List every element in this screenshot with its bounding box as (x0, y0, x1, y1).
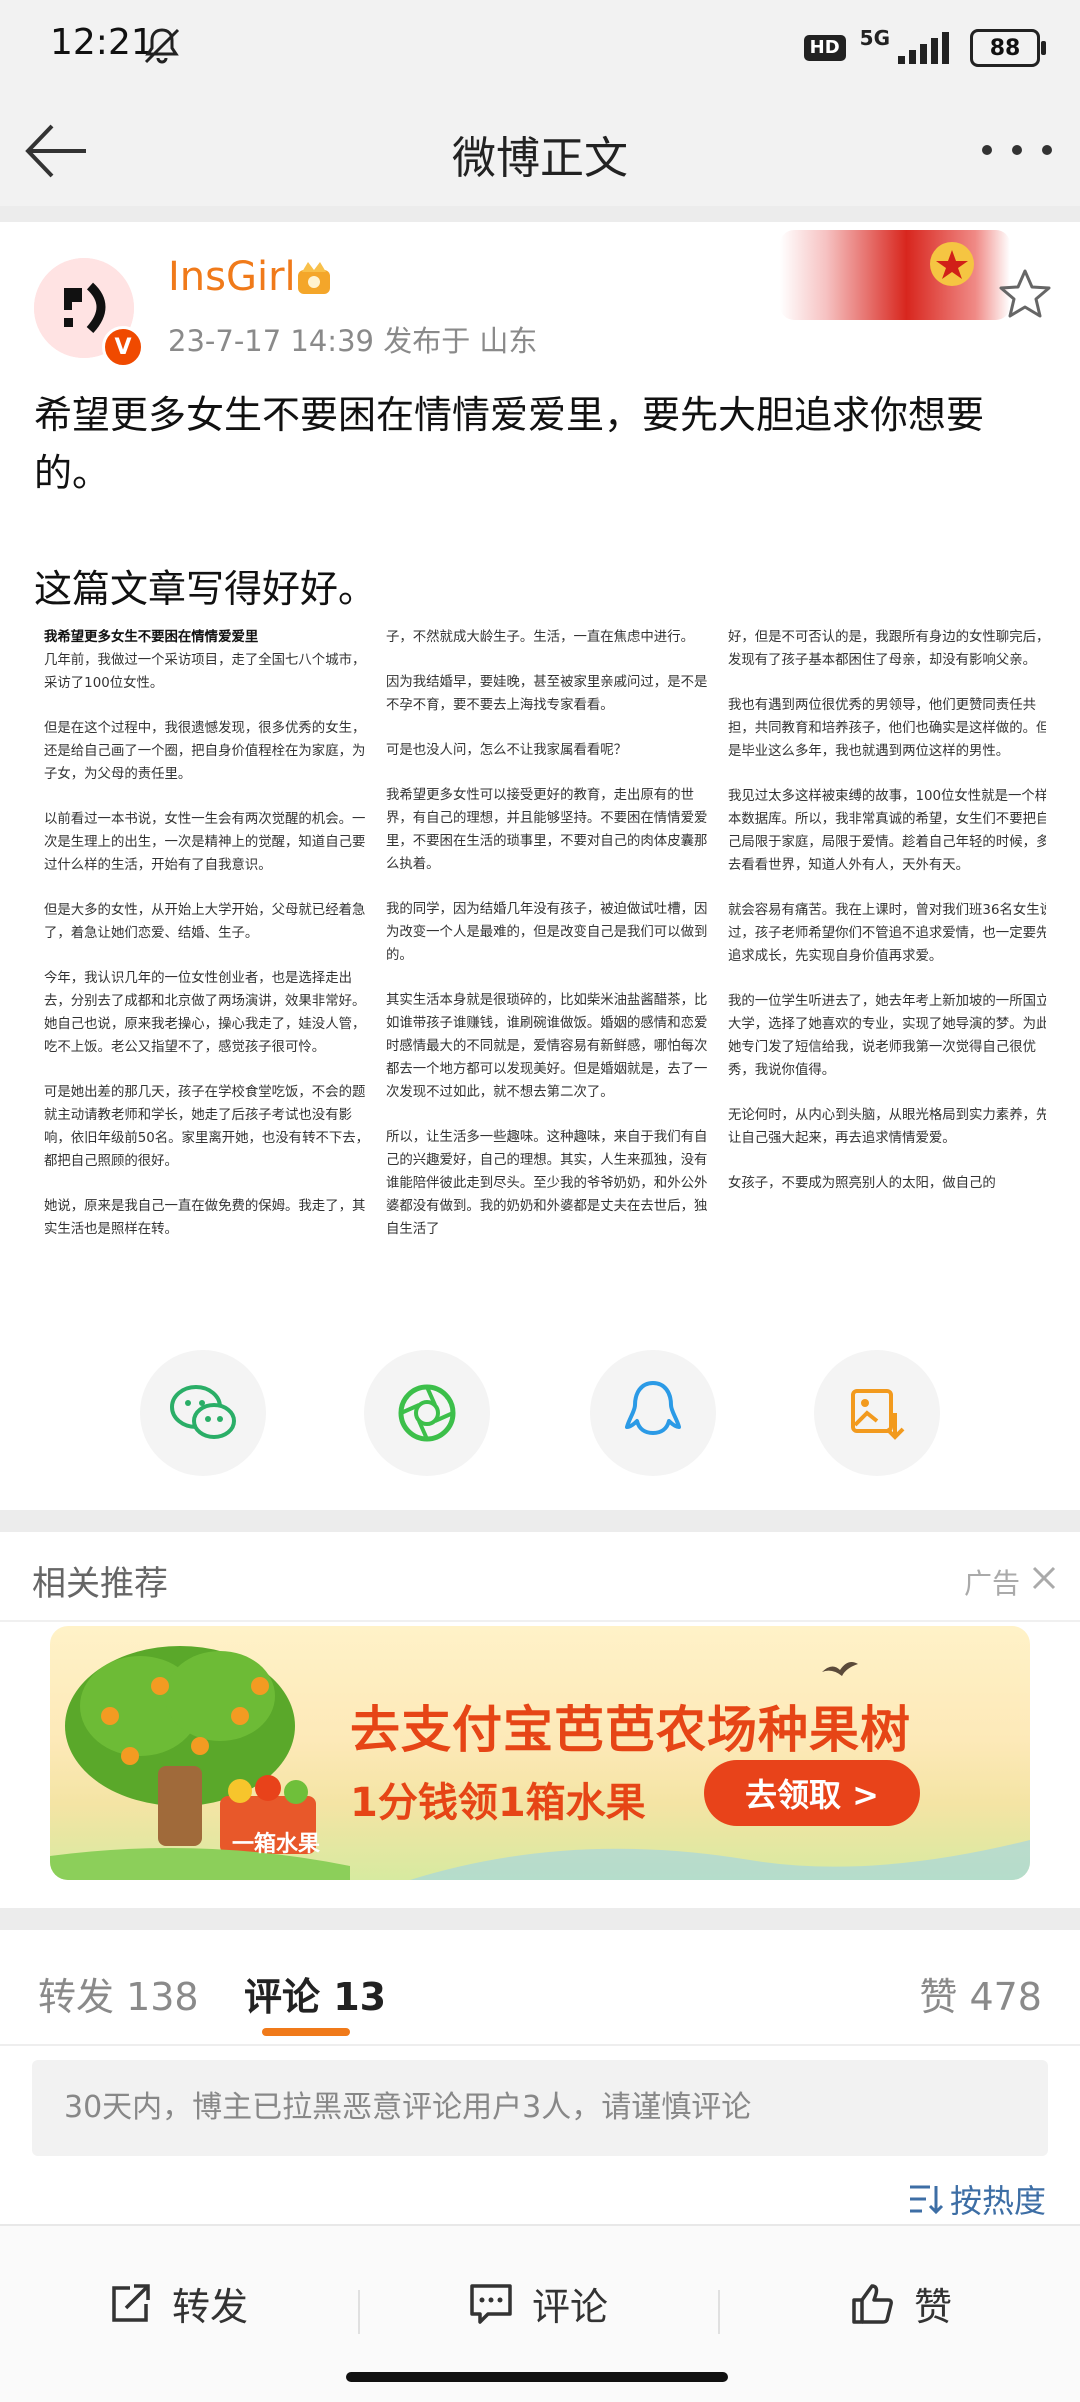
article-paragraph: 可是她出差的那几天，孩子在学校食堂吃饭，不会的题就主动请教老师和学长，她走了后孩… (44, 1085, 370, 1169)
comment-icon (470, 2283, 512, 2324)
comment-label: 评论 (532, 2285, 609, 2329)
share-qq-button[interactable] (590, 1350, 716, 1476)
comment-notice: 30天内，博主已拉黑恶意评论用户3人，请谨慎评论 (32, 2060, 1048, 2156)
divider (0, 206, 1080, 222)
article-paragraph: 我见过太多这样被束缚的故事，100位女性就是一个样本数据库。所以，我非常真诚的希… (728, 789, 1046, 873)
home-indicator[interactable] (346, 2372, 728, 2382)
status-bar: 12:21 HD 5G 88 (0, 0, 1080, 96)
divider (0, 2044, 1080, 2046)
article-paragraph: 我也有遇到两位很优秀的男领导，他们更赞同责任共担，共同教育和培养孩子，他们也确实… (728, 698, 1046, 759)
save-image-button[interactable] (814, 1350, 940, 1476)
emblem-icon (930, 242, 974, 286)
save-image-icon (851, 1389, 905, 1440)
article-paragraph: 无论何时，从内心到头脑，从眼光格局到实力素养，先让自己强大起来，再去追求情情爱爱… (728, 1108, 1046, 1146)
article-paragraph: 我希望更多女性可以接受更好的教育，走出原有的世界，有自己的理想，并且能够坚持。不… (386, 788, 708, 872)
article-paragraph: 子，不然就成大龄生子。生活，一直在焦虑中进行。 (386, 630, 694, 645)
post-meta: 23-7-17 14:39 发布于 山东 (168, 324, 538, 358)
article-paragraph: 可是也没人问，怎么不让我家属看看呢？ (386, 743, 628, 758)
close-icon[interactable] (1030, 1564, 1058, 1592)
network-label: 5G (859, 26, 890, 50)
vip-crown-icon (298, 262, 330, 294)
sort-by-hot-button[interactable]: 按热度 (908, 2176, 1046, 2222)
article-column-1: 我希望更多女生不要困在情情爱爱里 几年前，我做过一个采访项目，走了全国七八个城市，… (44, 626, 374, 1306)
recommend-title: 相关推荐 (32, 1564, 168, 1604)
tab-like[interactable]: 赞 478 (919, 1966, 1042, 2021)
moments-icon (398, 1384, 456, 1442)
post-text-line: 这篇文章写得好好。 (34, 567, 377, 611)
like-button[interactable]: 赞 (850, 2276, 952, 2331)
article-paragraph: 其实生活本身就是很琐碎的，比如柴米油盐酱醋茶，比如谁带孩子谁赚钱，谁刷碗谁做饭。… (386, 993, 708, 1100)
ad-claim-button[interactable]: 去领取 > (704, 1760, 920, 1826)
ad-label: 广告 (963, 1567, 1020, 1600)
article-paragraph: 她说，原来是我自己一直在做免费的保姆。我走了，其实生活也是照样在转。 (44, 1199, 366, 1237)
more-menu-icon[interactable] (982, 130, 1052, 170)
share-row (0, 1350, 1080, 1480)
ad-title: 去支付宝芭芭农场种果树 (350, 1701, 911, 1759)
river-decoration (410, 1840, 1030, 1880)
sort-icon (909, 2185, 944, 2215)
article-paragraph: 女孩子，不要成为照亮别人的太阳，做自己的 (728, 1176, 996, 1191)
ad-banner[interactable]: 一箱水果 去支付宝芭芭农场种果树 1分钱领1箱水果 去领取 > (50, 1626, 1030, 1880)
section-divider (0, 1908, 1080, 1930)
share-moments-button[interactable] (364, 1350, 490, 1476)
wechat-icon (170, 1385, 236, 1439)
section-divider (0, 1510, 1080, 1532)
divider (718, 2290, 720, 2334)
share-wechat-button[interactable] (140, 1350, 266, 1476)
article-column-3: 好，但是不可否认的是，我跟所有身边的女性聊完后，发现有了孩子基本都困住了母亲，却… (728, 626, 1046, 1306)
divider (358, 2290, 360, 2334)
article-paragraph: 以前看过一本书说，女性一生会有两次觉醒的机会。一次是生理上的出生，一次是精神上的… (44, 812, 366, 873)
divider (0, 1620, 1080, 1622)
article-paragraph: 我的同学，因为结婚几年没有孩子，被迫做试吐槽，因为改变一个人是最难的，但是改变自… (386, 902, 708, 963)
signal-icon (898, 32, 949, 64)
like-label: 赞 (914, 2285, 953, 2329)
repost-button[interactable]: 转发 (108, 2276, 248, 2331)
favorite-star-icon[interactable] (996, 266, 1054, 324)
article-paragraph: 但是大多的女性，从开始上大学开始，父母就已经着急了，着急让她们恋爱、结婚、生子。 (44, 903, 366, 941)
decorative-banner-image (780, 230, 1010, 320)
status-right: HD 5G 88 (803, 26, 1046, 70)
post-text: 希望更多女生不要困在情情爱爱里，要先大胆追求你想要的。 这篇文章写得好好。 (34, 386, 1044, 618)
article-column-2: 子，不然就成大龄生子。生活，一直在焦虑中进行。 因为我结婚早，要娃晚，甚至被家里… (386, 626, 716, 1306)
hd-badge: HD (803, 35, 846, 61)
article-paragraph: 所以，让生活多一些趣味。这种趣味，来自于我们有自己的兴趣爱好，自己的理想。其实，… (386, 1130, 708, 1237)
article-paragraph: 我的一位学生听进去了，她去年考上新加坡的一所国立大学，选择了她喜欢的专业，实现了… (728, 994, 1046, 1078)
article-paragraph: 因为我结婚早，要娃晚，甚至被家里亲戚问过，是不是不孕不育，要不要去上海找专家看看… (386, 675, 708, 713)
battery-indicator: 88 (970, 29, 1046, 67)
username[interactable]: InsGirl (168, 254, 296, 300)
bird-icon (822, 1662, 858, 1676)
verified-badge: V (102, 326, 144, 368)
battery-level: 88 (989, 35, 1021, 61)
qq-icon (625, 1381, 681, 1435)
comment-button[interactable]: 评论 (468, 2276, 608, 2331)
article-paragraph: 就会容易有痛苦。我在上课时，曾对我们班36名女生说过，孩子老师希望你们不管追不追… (728, 903, 1046, 964)
thumbs-up-icon (852, 2283, 893, 2324)
mute-bell-icon (144, 28, 180, 64)
page-title: 微博正文 (452, 133, 628, 184)
article-paragraph: 好，但是不可否认的是，我跟所有身边的女性聊完后，发现有了孩子基本都困住了母亲，却… (728, 630, 1046, 668)
active-tab-indicator (262, 2028, 350, 2036)
tab-comment[interactable]: 评论 13 (244, 1966, 386, 2021)
sort-label: 按热度 (949, 2182, 1046, 2220)
article-image[interactable]: 我希望更多女生不要困在情情爱爱里 几年前，我做过一个采访项目，走了全国七八个城市，… (34, 626, 1046, 1306)
article-heading: 我希望更多女生不要困在情情爱爱里 几年前，我做过一个采访项目，走了全国七八个城市，… (44, 630, 366, 691)
article-paragraph: 但是在这个过程中，我很遗憾发现，很多优秀的女生，还是给自己画了一个圈，把自身价值… (44, 721, 366, 782)
article-paragraph: 今年，我认识几年的一位女性创业者，也是选择走出去，分别去了成都和北京做了两场演讲… (44, 971, 366, 1055)
status-time: 12:21 (50, 22, 154, 63)
tab-repost[interactable]: 转发 138 (38, 1966, 199, 2021)
tabs: 转发 138 评论 13 赞 478 (0, 1930, 1080, 2044)
post-text-line: 希望更多女生不要困在情情爱爱里，要先大胆追求你想要的。 (34, 393, 985, 495)
repost-icon (112, 2283, 150, 2322)
nav-bar: 微博正文 (0, 96, 1080, 206)
repost-label: 转发 (172, 2285, 249, 2329)
